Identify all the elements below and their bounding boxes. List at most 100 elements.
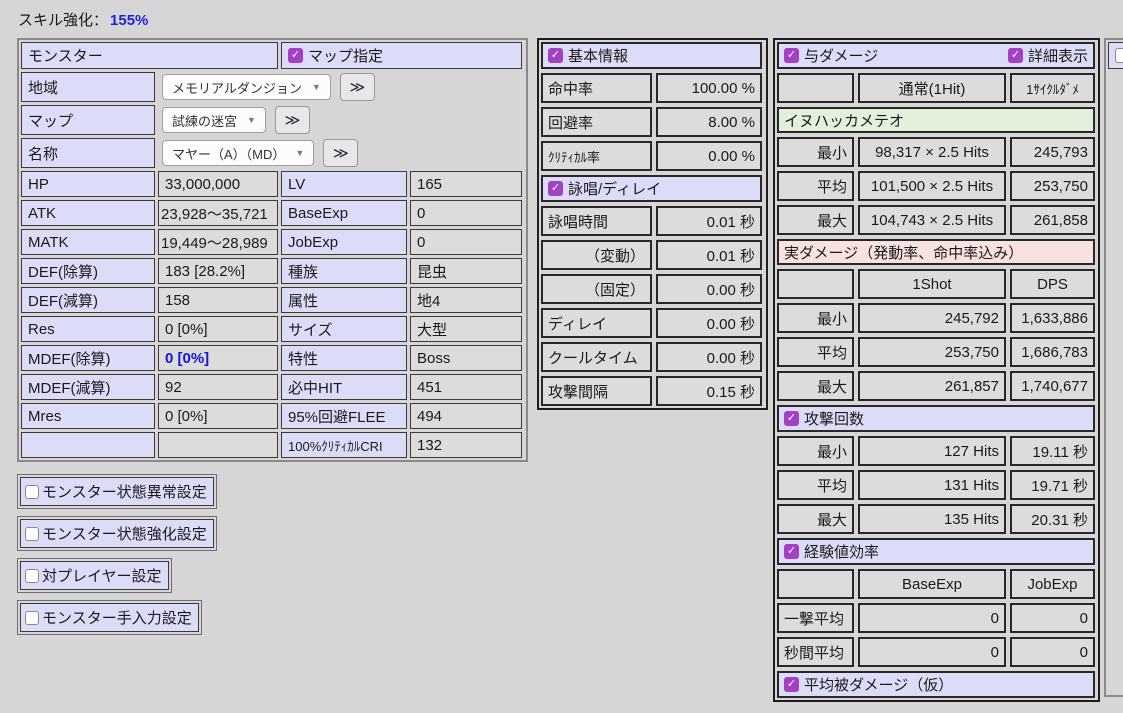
vs-player-toggle[interactable]: 対プレイヤー設定 [17, 558, 172, 593]
stat-value-jobexp: 0 [410, 229, 522, 255]
cast-variable-value: 0.01 秒 [656, 240, 762, 270]
damage-max-label: 最大 [777, 205, 854, 235]
stat-label-trait: 特性 [281, 345, 407, 371]
hit-rate-value: 100.00 % [656, 73, 762, 103]
cast-time-label: 詠唱時間 [541, 206, 652, 236]
cast-time-value: 0.01 秒 [656, 206, 762, 236]
col-header-jobexp: JobExp [1010, 569, 1095, 599]
stat-value-empty [158, 432, 278, 458]
check-icon: ✓ [551, 50, 560, 61]
stat-label-jobexp: JobExp [281, 229, 407, 255]
col-header-baseexp: BaseExp [858, 569, 1006, 599]
clipped-panel-checkbox[interactable] [1115, 48, 1123, 63]
detail-display-toggle[interactable]: ✓ 詳細表示 [1008, 45, 1088, 66]
stat-value-race: 昆虫 [410, 258, 522, 284]
damage-avg-cycle: 253,750 [1010, 171, 1095, 201]
cast-delay-header[interactable]: ✓ 詠唱/ディレイ [541, 175, 762, 202]
stat-label-def-div: DEF(除算) [21, 258, 155, 284]
flee-rate-label: 回避率 [541, 107, 652, 137]
map-specify-label: マップ指定 [308, 45, 383, 66]
name-select-value: マヤー（A）（MD） [172, 144, 285, 163]
exp-efficiency-header[interactable]: ✓ 経験値効率 [777, 538, 1095, 565]
stat-value-element: 地4 [410, 287, 522, 313]
check-icon: ✓ [787, 50, 796, 61]
avg-damage-taken-checkbox[interactable]: ✓ [784, 677, 799, 692]
critical-rate-label: ｸﾘﾃｨｶﾙ率 [541, 141, 652, 171]
attack-min-time: 19.11 秒 [1010, 436, 1095, 466]
region-select-value: メモリアルダンジョン [172, 78, 302, 97]
exp-efficiency-checkbox[interactable]: ✓ [784, 544, 799, 559]
detail-display-checkbox[interactable]: ✓ [1008, 48, 1023, 63]
monster-abnormal-status-toggle[interactable]: モンスター状態異常設定 [17, 474, 217, 509]
clipped-right-panel [1104, 38, 1123, 697]
region-select[interactable]: メモリアルダンジョン ▼ [162, 74, 331, 100]
attack-count-checkbox[interactable]: ✓ [784, 411, 799, 426]
damage-toggle[interactable]: ✓ 与ダメージ [784, 45, 878, 66]
map-specify-checkbox[interactable]: ✓ [288, 48, 303, 63]
clipped-panel-header[interactable] [1108, 42, 1123, 69]
attack-interval-label: 攻撃間隔 [541, 376, 652, 406]
damage-min-label: 最小 [777, 137, 854, 167]
stat-value-mdef-sub: 92 [158, 374, 278, 400]
cooltime-label: クールタイム [541, 342, 652, 372]
chevron-down-icon: ▼ [312, 82, 321, 92]
basic-info-header[interactable]: ✓ 基本情報 [541, 42, 762, 69]
stat-label-baseexp: BaseExp [281, 200, 407, 226]
main-layout: モンスター ✓ マップ指定 地域 メモリアルダンジョン ▼ ≫ マップ [0, 38, 1123, 702]
attack-max-label: 最大 [777, 504, 854, 534]
map-select-row: 試練の迷宮 ▼ ≫ [158, 105, 522, 135]
col-header-normal: 通常(1Hit) [858, 73, 1006, 103]
stat-value-baseexp: 0 [410, 200, 522, 226]
attack-count-header[interactable]: ✓ 攻撃回数 [777, 405, 1095, 432]
delay-value: 0.00 秒 [656, 308, 762, 338]
monster-buff-checkbox[interactable] [25, 527, 39, 541]
map-select[interactable]: 試練の迷宮 ▼ [162, 107, 266, 133]
basic-info-checkbox[interactable]: ✓ [548, 48, 563, 63]
skill-enhance-value: 155% [110, 12, 148, 29]
monster-manual-input-label: モンスター手入力設定 [42, 607, 192, 628]
monster-panel: モンスター ✓ マップ指定 地域 メモリアルダンジョン ▼ ≫ マップ [17, 38, 528, 462]
hit-rate-label: 命中率 [541, 73, 652, 103]
stat-label-hit: 必中HIT [281, 374, 407, 400]
col-header-1shot: 1Shot [858, 269, 1006, 299]
monster-buff-label: モンスター状態強化設定 [42, 523, 207, 544]
map-select-value: 試練の迷宮 [172, 111, 237, 130]
monster-panel-title: モンスター [21, 42, 278, 69]
real-damage-title-row: 実ダメージ（発動率、命中率込み） [777, 239, 1095, 265]
stat-value-matk: 19,449～28,989 [158, 229, 278, 255]
damage-panel-header: ✓ 与ダメージ ✓ 詳細表示 [777, 42, 1095, 69]
cast-fixed-value: 0.00 秒 [656, 274, 762, 304]
stat-value-hit: 451 [410, 374, 522, 400]
vs-player-checkbox[interactable] [25, 569, 39, 583]
real-min-shot: 245,792 [858, 303, 1006, 333]
monster-manual-input-toggle[interactable]: モンスター手入力設定 [17, 600, 202, 635]
region-label: 地域 [21, 72, 155, 102]
basic-info-panel: ✓ 基本情報 命中率 100.00 % 回避率 8.00 % ｸﾘﾃｨｶﾙ率 0… [537, 38, 768, 410]
real-max-label: 最大 [777, 371, 854, 401]
attack-max-hits: 135 Hits [858, 504, 1006, 534]
region-more-button[interactable]: ≫ [340, 73, 375, 101]
map-label: マップ [21, 105, 155, 135]
damage-max-cycle: 261,858 [1010, 205, 1095, 235]
cast-delay-checkbox[interactable]: ✓ [548, 181, 563, 196]
name-select[interactable]: マヤー（A）（MD） ▼ [162, 140, 314, 166]
damage-checkbox[interactable]: ✓ [784, 48, 799, 63]
stat-value-mres: 0 [0%] [158, 403, 278, 429]
stat-label-mdef-sub: MDEF(減算) [21, 374, 155, 400]
real-avg-label: 平均 [777, 337, 854, 367]
vs-player-label: 対プレイヤー設定 [42, 565, 162, 586]
attack-min-hits: 127 Hits [858, 436, 1006, 466]
monster-buff-toggle[interactable]: モンスター状態強化設定 [17, 516, 217, 551]
skill-name-row: イヌハッカメテオ [777, 107, 1095, 133]
real-max-dps: 1,740,677 [1010, 371, 1095, 401]
monster-manual-input-checkbox[interactable] [25, 611, 39, 625]
map-more-button[interactable]: ≫ [275, 106, 310, 134]
cast-fixed-label: （固定） [541, 274, 652, 304]
avg-damage-taken-header[interactable]: ✓ 平均被ダメージ（仮） [777, 671, 1095, 698]
monster-abnormal-status-checkbox[interactable] [25, 485, 39, 499]
stat-label-atk: ATK [21, 200, 155, 226]
name-more-button[interactable]: ≫ [323, 139, 358, 167]
map-specify-toggle[interactable]: ✓ マップ指定 [281, 42, 522, 69]
stat-value-lv: 165 [410, 171, 522, 197]
option-buttons: モンスター状態異常設定 モンスター状態強化設定 対プレイヤー設定 モンスター手入… [17, 474, 528, 635]
